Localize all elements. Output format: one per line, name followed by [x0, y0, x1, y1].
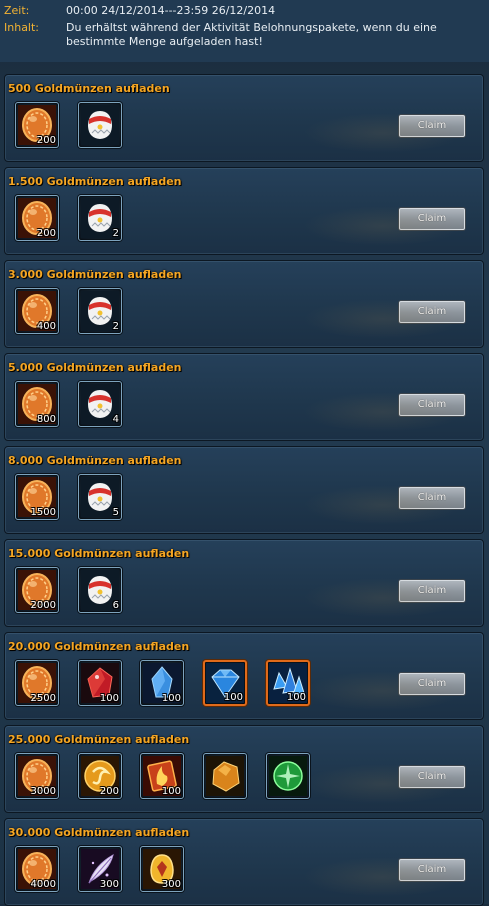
time-label: Zeit: [4, 4, 30, 17]
claim-button[interactable]: Claim [399, 115, 465, 137]
reward-tier: 20.000 Goldmünzen aufladen 2500 100 100 100 1… [4, 632, 484, 720]
reward-item-slot[interactable]: 100 [203, 660, 247, 706]
item-quantity: 6 [112, 600, 119, 611]
item-quantity: 2 [112, 228, 119, 239]
claim-button[interactable]: Claim [399, 301, 465, 323]
item-quantity: 200 [99, 786, 119, 797]
time-value: 00:00 24/12/2014---23:59 26/12/2014 [66, 4, 276, 17]
item-quantity: 100 [161, 693, 181, 704]
reward-item-slot[interactable]: 100 [140, 753, 184, 799]
reward-item-slot[interactable]: 4000 [15, 846, 59, 892]
content-label: Inhalt: [4, 21, 40, 34]
reward-item-slot[interactable]: 2 [78, 288, 122, 334]
claim-button[interactable]: Claim [399, 766, 465, 788]
reward-item-slot[interactable]: 300 [78, 846, 122, 892]
item-quantity: 100 [223, 692, 243, 703]
reward-item-slot[interactable]: 2000 [15, 567, 59, 613]
item-quantity: 300 [99, 879, 119, 890]
reward-item-slot[interactable] [203, 753, 247, 799]
reward-item-slot[interactable]: 100 [140, 660, 184, 706]
claim-button[interactable]: Claim [399, 580, 465, 602]
tier-title: 25.000 Goldmünzen aufladen [8, 733, 190, 746]
item-quantity: 5 [112, 507, 119, 518]
claim-button[interactable]: Claim [399, 394, 465, 416]
tier-title: 8.000 Goldmünzen aufladen [8, 454, 182, 467]
item-quantity: 200 [36, 135, 56, 146]
reward-item-slot[interactable]: 100 [78, 660, 122, 706]
reward-tier: 30.000 Goldmünzen aufladen 4000 300 300 Clai… [4, 818, 484, 906]
content-line-1: Du erhältst während der Aktivität Belohn… [66, 21, 437, 34]
reward-tier: 8.000 Goldmünzen aufladen 1500 5 Claim [4, 446, 484, 534]
reward-item-slot[interactable]: 3000 [15, 753, 59, 799]
reward-item-slot[interactable]: 2 [78, 195, 122, 241]
item-quantity: 4000 [30, 879, 56, 890]
tier-title: 30.000 Goldmünzen aufladen [8, 826, 190, 839]
item-quantity: 3000 [30, 786, 56, 797]
claim-button[interactable]: Claim [399, 859, 465, 881]
item-quantity: 2500 [30, 693, 56, 704]
reward-item-slot[interactable]: 200 [15, 102, 59, 148]
reward-item-slot[interactable]: 100 [266, 660, 310, 706]
reward-tier: 1.500 Goldmünzen aufladen 200 2 Claim [4, 167, 484, 255]
reward-item-slot[interactable]: 200 [78, 753, 122, 799]
reward-tier: 15.000 Goldmünzen aufladen 2000 6 Claim [4, 539, 484, 627]
reward-item-slot[interactable]: 4 [78, 381, 122, 427]
item-quantity: 200 [36, 228, 56, 239]
item-quantity: 300 [161, 879, 181, 890]
tier-title: 20.000 Goldmünzen aufladen [8, 640, 190, 653]
tier-title: 500 Goldmünzen aufladen [8, 82, 170, 95]
item-quantity: 100 [161, 786, 181, 797]
claim-button[interactable]: Claim [399, 673, 465, 695]
tier-title: 15.000 Goldmünzen aufladen [8, 547, 190, 560]
item-quantity: 400 [36, 321, 56, 332]
item-quantity: 100 [99, 693, 119, 704]
reward-tier: 25.000 Goldmünzen aufladen 3000 200 100 Clai… [4, 725, 484, 813]
reward-item-slot[interactable] [78, 102, 122, 148]
content-line-2: bestimmte Menge aufgeladen hast! [66, 35, 263, 48]
item-quantity: 100 [286, 692, 306, 703]
tier-title: 3.000 Goldmünzen aufladen [8, 268, 182, 281]
claim-button[interactable]: Claim [399, 487, 465, 509]
reward-item-slot[interactable]: 2500 [15, 660, 59, 706]
reward-item-slot[interactable]: 400 [15, 288, 59, 334]
item-quantity: 2000 [30, 600, 56, 611]
reward-tier: 3.000 Goldmünzen aufladen 400 2 Claim [4, 260, 484, 348]
reward-item-slot[interactable]: 5 [78, 474, 122, 520]
item-quantity: 4 [112, 414, 119, 425]
tier-title: 1.500 Goldmünzen aufladen [8, 175, 182, 188]
item-quantity: 1500 [30, 507, 56, 518]
reward-item-slot[interactable]: 300 [140, 846, 184, 892]
claim-button[interactable]: Claim [399, 208, 465, 230]
reward-item-slot[interactable]: 6 [78, 567, 122, 613]
reward-item-slot[interactable] [266, 753, 310, 799]
reward-item-slot[interactable]: 800 [15, 381, 59, 427]
item-quantity: 800 [36, 414, 56, 425]
reward-item-slot[interactable]: 1500 [15, 474, 59, 520]
reward-tier: 500 Goldmünzen aufladen 200 Claim [4, 74, 484, 162]
reward-item-slot[interactable]: 200 [15, 195, 59, 241]
reward-tier: 5.000 Goldmünzen aufladen 800 4 Claim [4, 353, 484, 441]
item-quantity: 2 [112, 321, 119, 332]
tier-title: 5.000 Goldmünzen aufladen [8, 361, 182, 374]
event-header: Zeit: 00:00 24/12/2014---23:59 26/12/201… [0, 0, 489, 62]
